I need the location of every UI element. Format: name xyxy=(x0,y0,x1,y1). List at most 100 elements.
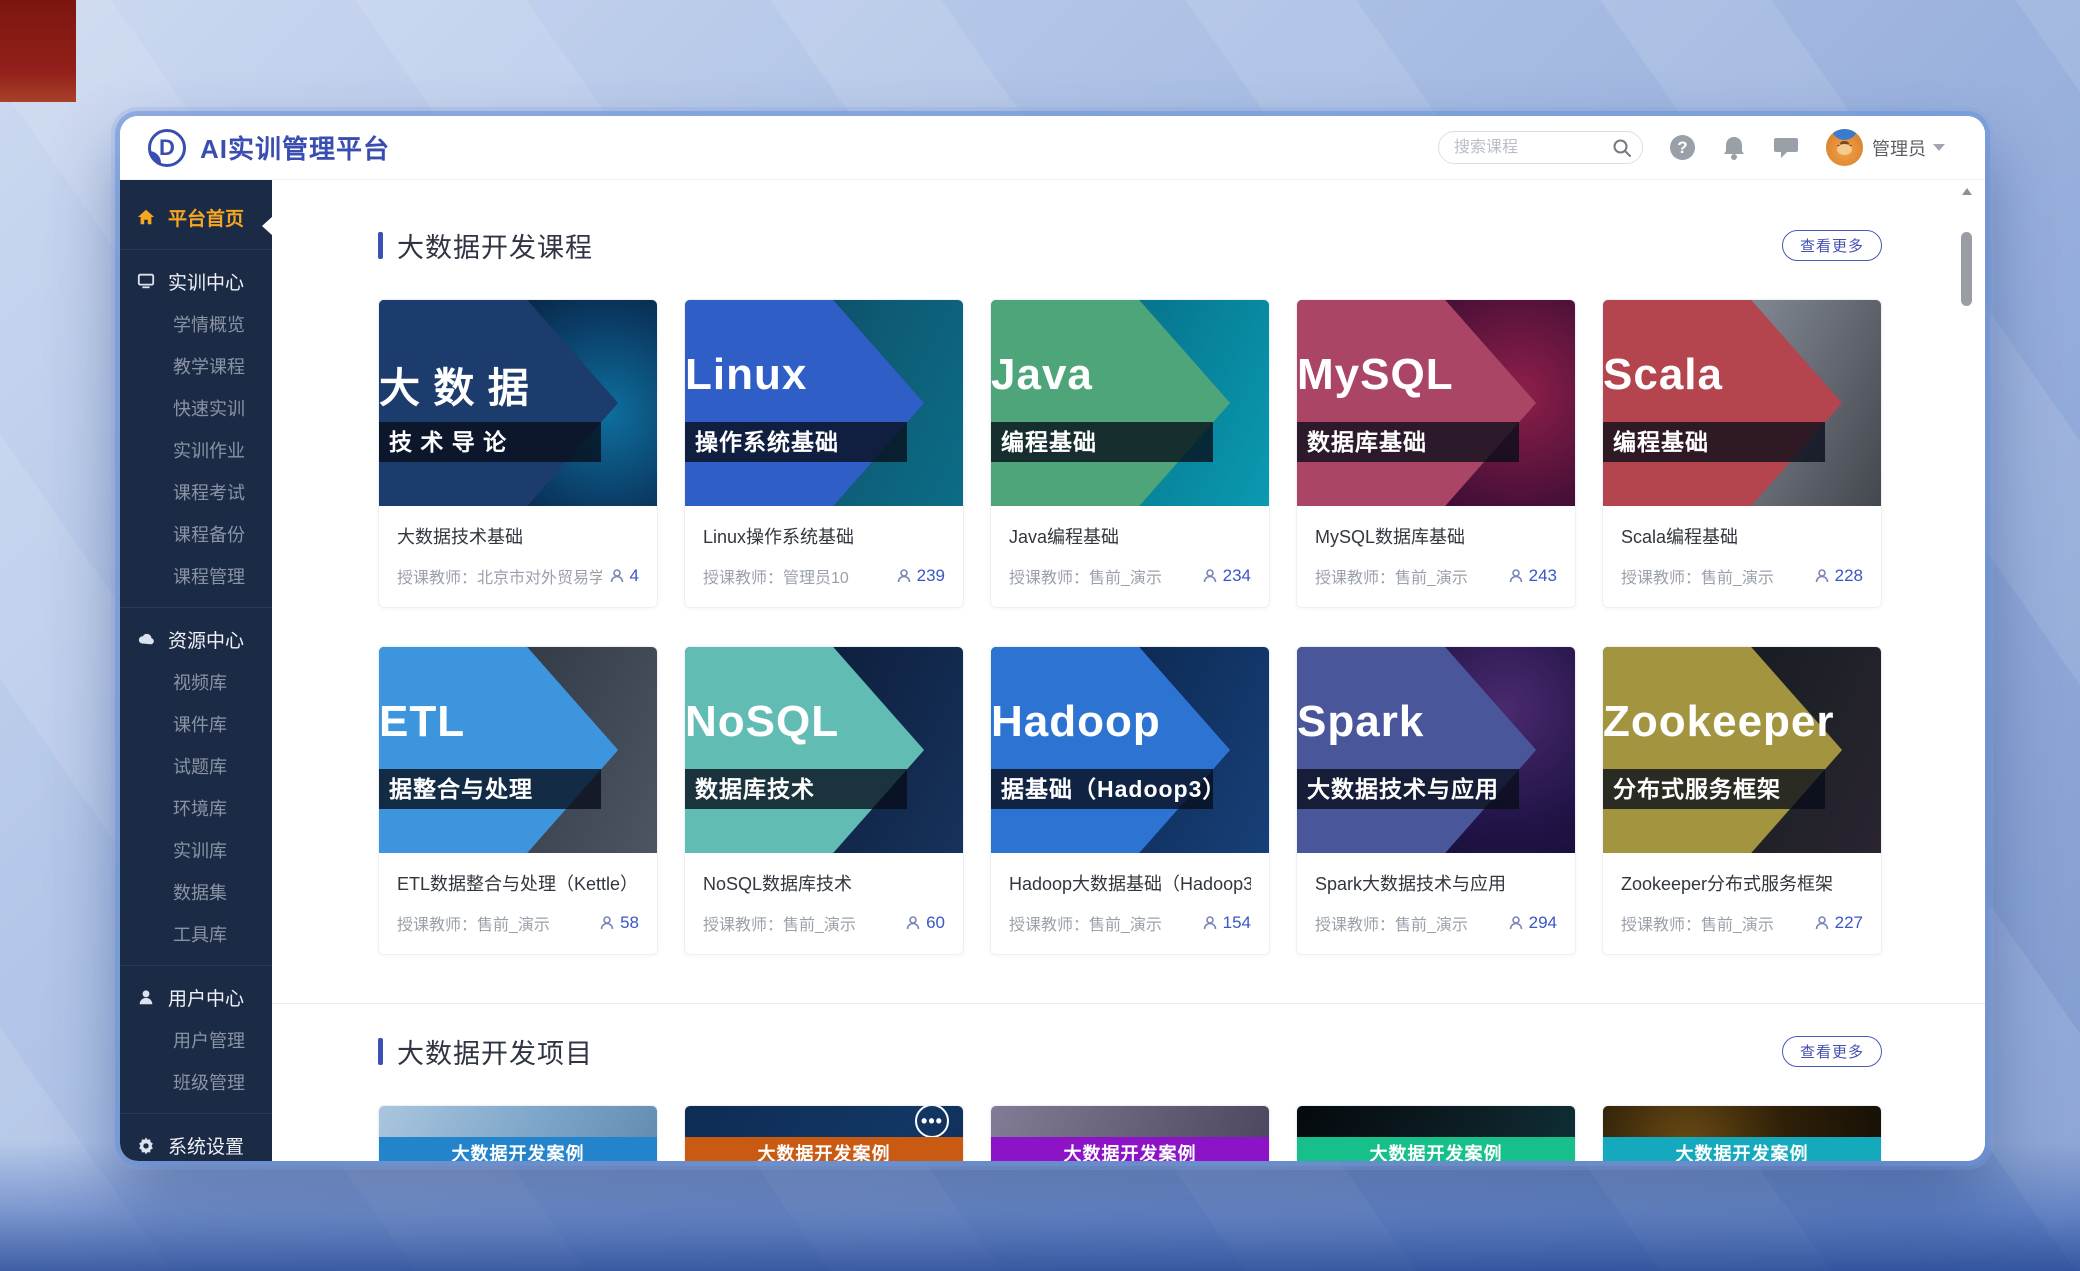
cover-big-title: ETL xyxy=(379,697,465,747)
course-student-count: 294 xyxy=(1508,913,1557,933)
user-name[interactable]: 管理员 xyxy=(1872,135,1926,161)
sidebar-item[interactable]: 实训库 xyxy=(120,830,272,872)
section-projects: 大数据开发项目 查看更多 大数据开发案例•••大数据开发案例大数据开发案例大数据… xyxy=(272,1032,1985,1161)
sidebar-item[interactable]: 实训作业 xyxy=(120,430,272,472)
cover-big-title: Zookeeper xyxy=(1603,697,1835,747)
sidebar-item[interactable]: 课件库 xyxy=(120,704,272,746)
project-card[interactable]: 大数据开发案例 xyxy=(1602,1105,1882,1161)
course-teacher: 授课教师：售前_演示 xyxy=(1315,564,1468,588)
course-card[interactable]: Java编程基础Java编程基础授课教师：售前_演示234 xyxy=(990,299,1270,608)
scrollbar-thumb[interactable] xyxy=(1961,232,1972,306)
course-card[interactable]: 大 数 据技 术 导 论大数据技术基础授课教师：北京市对外贸易学校教...4 xyxy=(378,299,658,608)
cover-subtitle: 数据库技术 xyxy=(685,769,907,809)
main-content: 大数据开发课程 查看更多 大 数 据技 术 导 论大数据技术基础授课教师：北京市… xyxy=(272,180,1985,1161)
help-icon[interactable]: ? xyxy=(1670,135,1695,160)
course-card[interactable]: ETL据整合与处理ETL数据整合与处理（Kettle）授课教师：售前_演示58 xyxy=(378,646,658,955)
project-card[interactable]: 大数据开发案例 xyxy=(378,1105,658,1161)
project-banner: 大数据开发案例 xyxy=(991,1137,1269,1161)
cover-big-title: Hadoop xyxy=(991,697,1161,747)
course-title: Zookeeper分布式服务框架 xyxy=(1621,870,1863,896)
user-avatar[interactable] xyxy=(1826,129,1863,166)
project-cover-image: •••大数据开发案例 xyxy=(685,1106,963,1161)
course-student-count: 228 xyxy=(1814,566,1863,586)
course-cover-image: Hadoop 据基础（Hadoop3） xyxy=(991,647,1269,853)
course-cover-image: ETL据整合与处理 xyxy=(379,647,657,853)
cover-big-title: MySQL xyxy=(1297,350,1454,400)
project-banner: 大数据开发案例 xyxy=(1297,1137,1575,1161)
course-cover-image: Spark大数据技术与应用 xyxy=(1297,647,1575,853)
sidebar-divider xyxy=(120,965,272,966)
desktop-corner-decoration xyxy=(0,0,76,102)
sidebar-item[interactable]: 教学课程 xyxy=(120,346,272,388)
project-cover-image: 大数据开发案例 xyxy=(379,1106,657,1161)
sidebar-item[interactable]: 环境库 xyxy=(120,788,272,830)
course-title: NoSQL数据库技术 xyxy=(703,870,945,896)
course-title: ETL数据整合与处理（Kettle） xyxy=(397,870,639,896)
course-title: MySQL数据库基础 xyxy=(1315,523,1557,549)
course-card[interactable]: Linux操作系统基础Linux操作系统基础授课教师：管理员10239 xyxy=(684,299,964,608)
sidebar-group-monitor[interactable]: 实训中心 xyxy=(120,258,272,304)
sidebar-item[interactable]: 课程管理 xyxy=(120,556,272,598)
cover-subtitle: 分布式服务框架 xyxy=(1603,769,1825,809)
project-card[interactable]: 大数据开发案例 xyxy=(990,1105,1270,1161)
sidebar-item[interactable]: 班级管理 xyxy=(120,1062,272,1104)
cover-big-title: NoSQL xyxy=(685,697,839,747)
sidebar-divider xyxy=(120,249,272,250)
project-cover-image: 大数据开发案例 xyxy=(1603,1106,1881,1161)
scrollbar-up-arrow-icon[interactable] xyxy=(1962,188,1972,195)
desktop-background: D AI实训管理平台 ? xyxy=(0,0,2080,1271)
sidebar-item[interactable]: 课程备份 xyxy=(120,514,272,556)
view-more-button[interactable]: 查看更多 xyxy=(1782,230,1882,261)
sidebar: 平台首页实训中心学情概览教学课程快速实训实训作业课程考试课程备份课程管理资源中心… xyxy=(120,180,272,1161)
project-banner: 大数据开发案例 xyxy=(1603,1137,1881,1161)
course-title: Spark大数据技术与应用 xyxy=(1315,870,1557,896)
course-student-count: 243 xyxy=(1508,566,1557,586)
sidebar-item[interactable]: 试题库 xyxy=(120,746,272,788)
course-teacher: 授课教师：北京市对外贸易学校教... xyxy=(397,564,602,588)
cover-big-title: Java xyxy=(991,350,1093,400)
course-card[interactable]: NoSQL数据库技术NoSQL数据库技术授课教师：售前_演示60 xyxy=(684,646,964,955)
chevron-down-icon[interactable] xyxy=(1933,144,1945,151)
sidebar-item[interactable]: 快速实训 xyxy=(120,388,272,430)
app-header: D AI实训管理平台 ? xyxy=(120,116,1985,180)
course-cover-image: Java 编程基础 xyxy=(991,300,1269,506)
course-teacher: 授课教师：管理员10 xyxy=(703,564,849,588)
search-icon[interactable] xyxy=(1612,138,1632,158)
course-row-1: 大 数 据技 术 导 论大数据技术基础授课教师：北京市对外贸易学校教...4 Li… xyxy=(378,299,1882,608)
course-card[interactable]: Zookeeper分布式服务框架Zookeeper分布式服务框架授课教师：售前_… xyxy=(1602,646,1882,955)
sidebar-group-cloud[interactable]: 资源中心 xyxy=(120,616,272,662)
course-card[interactable]: MySQL数据库基础MySQL数据库基础授课教师：售前_演示243 xyxy=(1296,299,1576,608)
course-title: Scala编程基础 xyxy=(1621,523,1863,549)
course-student-count: 154 xyxy=(1202,913,1251,933)
sidebar-item[interactable]: 视频库 xyxy=(120,662,272,704)
sidebar-item-home[interactable]: 平台首页 xyxy=(120,194,272,240)
section-title-bar xyxy=(378,232,383,259)
scrollbar[interactable] xyxy=(1959,184,1974,1154)
cover-subtitle: 据基础（Hadoop3） xyxy=(991,769,1213,809)
course-cover-image: MySQL数据库基础 xyxy=(1297,300,1575,506)
cover-big-title: Linux xyxy=(685,350,807,400)
sidebar-item[interactable]: 课程考试 xyxy=(120,472,272,514)
sidebar-item[interactable]: 数据集 xyxy=(120,872,272,914)
course-card[interactable]: Spark大数据技术与应用Spark大数据技术与应用授课教师：售前_演示294 xyxy=(1296,646,1576,955)
sidebar-group-user[interactable]: 用户中心 xyxy=(120,974,272,1020)
project-card[interactable]: •••大数据开发案例 xyxy=(684,1105,964,1161)
project-card[interactable]: 大数据开发案例 xyxy=(1296,1105,1576,1161)
course-title: 大数据技术基础 xyxy=(397,523,639,549)
bell-icon[interactable] xyxy=(1722,135,1746,161)
project-banner: 大数据开发案例 xyxy=(379,1137,657,1161)
more-dots-icon: ••• xyxy=(915,1106,949,1138)
sidebar-item[interactable]: 用户管理 xyxy=(120,1020,272,1062)
cover-subtitle: 操作系统基础 xyxy=(685,422,907,462)
cover-subtitle: 编程基础 xyxy=(991,422,1213,462)
project-banner: 大数据开发案例 xyxy=(685,1137,963,1161)
view-more-button[interactable]: 查看更多 xyxy=(1782,1036,1882,1067)
message-icon[interactable] xyxy=(1773,136,1799,160)
sidebar-item[interactable]: 学情概览 xyxy=(120,304,272,346)
course-card[interactable]: Scala编程基础Scala编程基础授课教师：售前_演示228 xyxy=(1602,299,1882,608)
sidebar-group-gear[interactable]: 系统设置 xyxy=(120,1122,272,1161)
section-title-bar xyxy=(378,1038,383,1065)
course-card[interactable]: Hadoop据基础（Hadoop3）Hadoop大数据基础（Hadoop3）授课… xyxy=(990,646,1270,955)
course-cover-image: NoSQL 数据库技术 xyxy=(685,647,963,853)
sidebar-item[interactable]: 工具库 xyxy=(120,914,272,956)
